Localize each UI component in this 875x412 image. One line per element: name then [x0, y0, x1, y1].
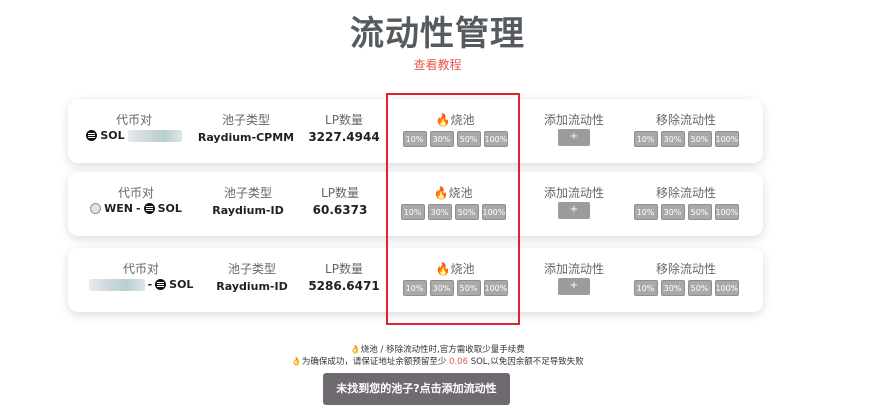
pair-dash: -: [135, 202, 141, 215]
wen-token-icon: [90, 203, 102, 214]
remove-liquidity-column: 移除流动性 10% 30% 50% 100%: [626, 248, 746, 312]
tutorial-link[interactable]: 查看教程: [0, 56, 875, 73]
pair-value: SOL: [78, 129, 190, 142]
remove-10-button[interactable]: 10%: [633, 131, 658, 147]
lp-column: LP数量 3227.4944: [302, 99, 386, 163]
remove-liquidity-column: 移除流动性 10% 30% 50% 100%: [626, 99, 746, 163]
lp-column: LP数量 60.6373: [298, 172, 382, 236]
add-liquidity-cta-button[interactable]: 未找到您的池子?点击添加流动性: [323, 373, 510, 405]
lp-amount-value: 5286.6471: [308, 279, 380, 293]
blurred-token-a: [88, 278, 145, 291]
pool-type-value: Raydium-ID: [216, 280, 288, 293]
remove-liquidity-column: 移除流动性 10% 30% 50% 100%: [626, 172, 746, 236]
lp-column: LP数量 5286.6471: [302, 248, 386, 312]
min-sol-amount: 0.06: [449, 357, 468, 367]
add-liquidity-column: 添加流动性 +: [530, 99, 618, 163]
add-liquidity-button[interactable]: +: [558, 278, 590, 295]
remove-30-button[interactable]: 30%: [660, 280, 685, 296]
pool-type-column: 池子类型 Raydium-ID: [198, 172, 298, 236]
remove-30-button[interactable]: 30%: [660, 204, 685, 220]
token-b-symbol: SOL: [169, 278, 194, 291]
remove-percent-buttons: 10% 30% 50% 100%: [626, 280, 746, 296]
pool-type-column: 池子类型 Raydium-ID: [204, 248, 300, 312]
remove-percent-buttons: 10% 30% 50% 100%: [626, 204, 746, 220]
balance-note: 👌为确保成功，请保证地址余额预留至少 0.06 SOL,以免因余额不足导致失败: [291, 357, 584, 367]
pool-type-column: 池子类型 Raydium-CPMM: [194, 99, 298, 163]
pool-type-value: Raydium-ID: [212, 204, 284, 217]
remove-50-button[interactable]: 50%: [687, 204, 712, 220]
remove-liquidity-label: 移除流动性: [655, 186, 716, 200]
add-liquidity-label: 添加流动性: [543, 186, 604, 200]
hand-icon: 👌: [291, 357, 302, 367]
pool-type-label: 池子类型: [227, 262, 276, 276]
remove-liquidity-label: 移除流动性: [655, 262, 716, 276]
pair-column: 代币对 SOL: [78, 99, 190, 163]
token-a-symbol: WEN: [104, 202, 133, 215]
remove-100-button[interactable]: 100%: [714, 131, 739, 147]
token-b-symbol: SOL: [157, 202, 182, 215]
remove-liquidity-label: 移除流动性: [655, 113, 716, 127]
pool-type-label: 池子类型: [223, 186, 272, 200]
add-liquidity-button[interactable]: +: [558, 129, 590, 146]
pair-column: 代币对 WEN - SOL: [78, 172, 194, 236]
remove-50-button[interactable]: 50%: [687, 280, 712, 296]
pair-label: 代币对: [117, 186, 154, 200]
sol-token-icon: [155, 279, 167, 290]
pair-label: 代币对: [122, 262, 159, 276]
fee-note: 👌烧池 / 移除流动性时,官方需收取少量手续费: [350, 345, 525, 355]
pair-column: 代币对 - SOL: [78, 248, 204, 312]
remove-30-button[interactable]: 30%: [660, 131, 685, 147]
blurred-token-b: [127, 129, 182, 142]
burn-pool-highlight-box: [386, 93, 520, 325]
remove-percent-buttons: 10% 30% 50% 100%: [626, 131, 746, 147]
add-liquidity-label: 添加流动性: [543, 113, 604, 127]
page-title: 流动性管理: [350, 14, 525, 54]
lp-amount-value: 3227.4944: [308, 130, 380, 144]
hand-icon: 👌: [350, 345, 361, 355]
add-liquidity-label: 添加流动性: [543, 262, 604, 276]
remove-50-button[interactable]: 50%: [687, 131, 712, 147]
remove-100-button[interactable]: 100%: [714, 280, 739, 296]
pool-type-value: Raydium-CPMM: [197, 131, 295, 144]
pair-value: - SOL: [78, 278, 204, 291]
pair-dash: -: [147, 278, 153, 291]
pair-label: 代币对: [115, 113, 152, 127]
add-liquidity-column: 添加流动性 +: [530, 248, 618, 312]
token-a-symbol: SOL: [100, 129, 125, 142]
remove-100-button[interactable]: 100%: [714, 204, 739, 220]
sol-token-icon: [86, 130, 98, 141]
remove-10-button[interactable]: 10%: [633, 280, 658, 296]
lp-amount-value: 60.6373: [312, 203, 368, 217]
add-liquidity-button[interactable]: +: [558, 202, 590, 219]
sol-token-icon: [143, 203, 155, 214]
lp-amount-label: LP数量: [321, 186, 359, 200]
pair-value: WEN - SOL: [78, 202, 194, 215]
lp-amount-label: LP数量: [325, 262, 363, 276]
pool-type-label: 池子类型: [221, 113, 270, 127]
remove-10-button[interactable]: 10%: [633, 204, 658, 220]
lp-amount-label: LP数量: [325, 113, 363, 127]
add-liquidity-column: 添加流动性 +: [530, 172, 618, 236]
